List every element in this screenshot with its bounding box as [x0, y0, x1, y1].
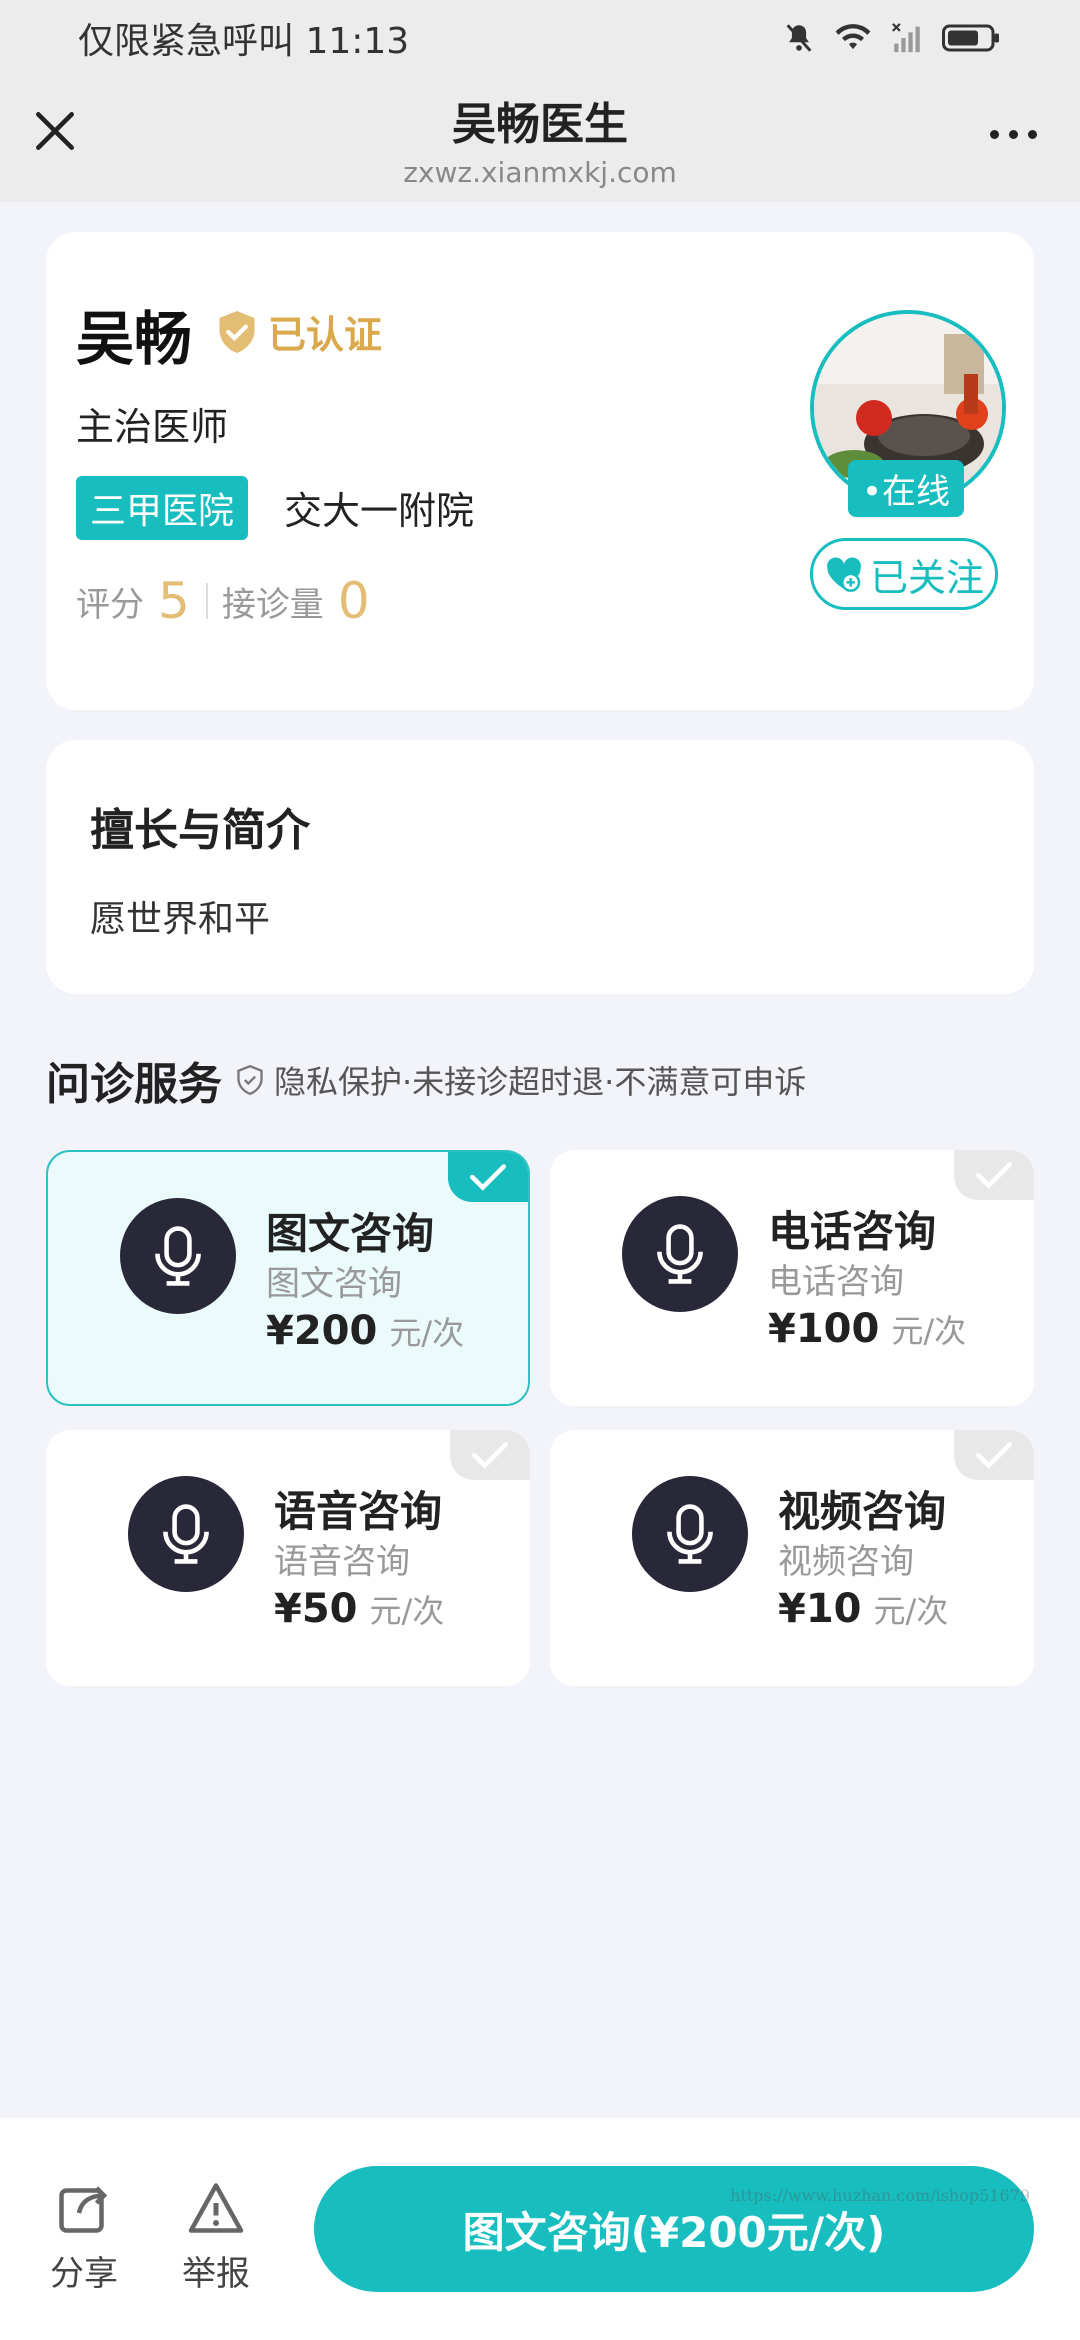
- page-title: 吴畅医生: [452, 99, 628, 150]
- heart-plus-icon: [827, 557, 861, 592]
- service-desc: 电话咨询: [768, 1262, 904, 1302]
- service-price-value: ¥200: [266, 1308, 378, 1354]
- services-subtitle: 隐私保护·未接诊超时退·不满意可申诉: [236, 1057, 806, 1103]
- service-desc: 视频咨询: [778, 1542, 914, 1582]
- service-price: ¥100 元/次: [768, 1306, 966, 1352]
- doctor-stats: 评分 5 接诊量 0: [76, 572, 386, 630]
- service-price: ¥10 元/次: [778, 1586, 948, 1632]
- warning-icon: [188, 2183, 244, 2233]
- intro-card: 擅长与简介 愿世界和平: [46, 740, 1034, 994]
- rating-value: 5: [158, 572, 190, 630]
- follow-label: 已关注: [869, 555, 984, 600]
- microphone-icon: [622, 1196, 738, 1312]
- more-icon[interactable]: [990, 114, 1050, 154]
- signal-icon: [892, 23, 920, 53]
- service-card-phone[interactable]: 电话咨询 电话咨询 ¥100 元/次: [550, 1150, 1034, 1406]
- status-icons: [782, 21, 1002, 55]
- service-price-unit: 元/次: [389, 1314, 465, 1352]
- consult-count-value: 0: [337, 572, 370, 630]
- doctor-name: 吴畅: [76, 305, 193, 373]
- microphone-icon: [128, 1476, 244, 1592]
- bottom-action-bar: 分享 举报 图文咨询(¥200元/次): [0, 2118, 1080, 2340]
- services-title: 问诊服务: [46, 1059, 222, 1110]
- watermark-text: https://www.huzhan.com/ishop51679: [730, 2186, 1030, 2205]
- verified-badge: 已认证: [216, 304, 382, 359]
- stats-divider: [205, 583, 208, 619]
- check-icon: [954, 1430, 1034, 1480]
- service-price-value: ¥50: [274, 1586, 358, 1632]
- services-header: 问诊服务 隐私保护·未接诊超时退·不满意可申诉: [46, 1048, 806, 1112]
- service-desc: 语音咨询: [274, 1542, 410, 1582]
- share-icon: [59, 2186, 108, 2233]
- check-icon: [450, 1430, 530, 1480]
- service-name: 图文咨询: [266, 1209, 435, 1258]
- follow-button[interactable]: 已关注: [810, 538, 998, 610]
- rating-label: 评分: [76, 584, 144, 625]
- service-card-text[interactable]: 图文咨询 图文咨询 ¥200 元/次: [46, 1150, 530, 1406]
- doctor-title: 主治医师: [76, 405, 229, 449]
- services-subtitle-text: 隐私保护·未接诊超时退·不满意可申诉: [274, 1063, 807, 1101]
- battery-icon: [942, 24, 999, 52]
- hospital-level-tag: 三甲医院: [76, 476, 249, 540]
- page-url: zxwz.xianmxkj.com: [403, 156, 677, 189]
- service-name: 语音咨询: [274, 1487, 443, 1536]
- service-price-unit: 元/次: [369, 1592, 445, 1630]
- consult-button[interactable]: 图文咨询(¥200元/次): [314, 2166, 1034, 2292]
- intro-text: 愿世界和平: [90, 899, 271, 940]
- service-card-video[interactable]: 视频咨询 视频咨询 ¥10 元/次: [550, 1430, 1034, 1686]
- shield-check-icon: [237, 1065, 263, 1095]
- doctor-card: 吴畅 已认证 主治医师 三甲医院 交大一附院 评分 5 接诊量 0 •在线 已关…: [46, 232, 1034, 710]
- service-price: ¥50 元/次: [274, 1586, 444, 1632]
- service-price-unit: 元/次: [891, 1312, 967, 1350]
- consult-count-label: 接诊量: [221, 584, 324, 625]
- microphone-icon: [120, 1198, 236, 1314]
- service-price-value: ¥10: [778, 1586, 862, 1632]
- service-price: ¥200 元/次: [266, 1308, 464, 1354]
- service-card-voice[interactable]: 语音咨询 语音咨询 ¥50 元/次: [46, 1430, 530, 1686]
- service-price-value: ¥100: [768, 1306, 880, 1352]
- close-icon[interactable]: [30, 106, 80, 156]
- service-desc: 图文咨询: [266, 1264, 402, 1304]
- share-button[interactable]: 分享: [34, 2178, 134, 2295]
- bell-muted-icon: [786, 24, 812, 52]
- verified-label: 已认证: [268, 313, 383, 357]
- intro-title: 擅长与简介: [90, 805, 310, 856]
- online-status-badge: •在线: [847, 460, 964, 517]
- service-name: 视频咨询: [778, 1487, 947, 1536]
- status-bar: 仅限紧急呼叫 11:13: [0, 0, 1080, 76]
- report-button[interactable]: 举报: [166, 2178, 266, 2295]
- service-name: 电话咨询: [768, 1207, 937, 1256]
- title-bar: 吴畅医生 zxwz.xianmxkj.com: [0, 76, 1080, 202]
- service-price-unit: 元/次: [873, 1592, 949, 1630]
- check-icon: [448, 1152, 528, 1202]
- share-label: 分享: [50, 2254, 118, 2294]
- shield-check-icon: [219, 310, 255, 353]
- microphone-icon: [632, 1476, 748, 1592]
- wifi-icon: [835, 24, 871, 50]
- hospital-name: 交大一附院: [284, 489, 475, 533]
- report-label: 举报: [182, 2254, 250, 2294]
- check-icon: [954, 1150, 1034, 1200]
- status-text: 仅限紧急呼叫 11:13: [78, 21, 410, 62]
